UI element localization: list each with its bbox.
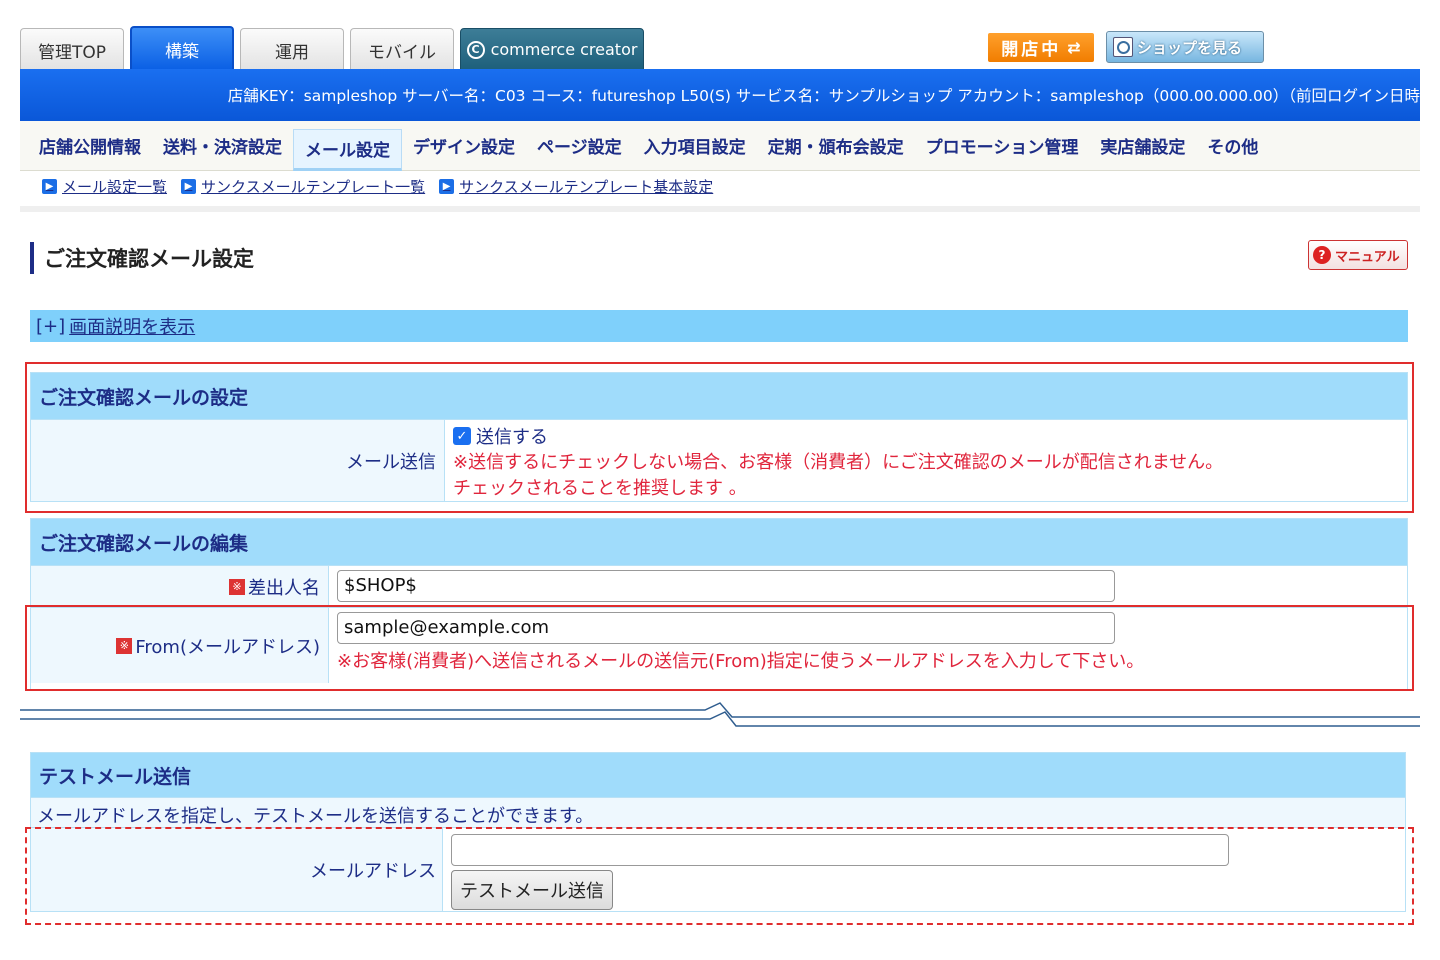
tab-build[interactable]: 構築	[130, 26, 234, 70]
expand-toggle[interactable]: [+]	[36, 316, 65, 337]
nav-other[interactable]: その他	[1196, 125, 1269, 167]
divider	[20, 206, 1420, 212]
required-mark: ※	[229, 578, 245, 595]
section-title: テストメール送信	[30, 752, 1406, 798]
sender-name-input[interactable]: $SHOP$	[337, 570, 1115, 602]
nav-promotion[interactable]: プロモーション管理	[915, 125, 1090, 167]
highlight-box	[25, 605, 1414, 691]
screen-description-bar: [+] 画面説明を表示	[30, 310, 1408, 342]
swap-icon: ⇄	[1067, 38, 1081, 57]
magnifier-icon	[1113, 37, 1133, 57]
view-shop-button[interactable]: ショップを見る	[1106, 31, 1264, 63]
tab-operation[interactable]: 運用	[240, 28, 344, 71]
manual-button[interactable]: ? マニュアル	[1308, 240, 1408, 270]
nav-shipping-payment[interactable]: 送料・決済設定	[152, 125, 293, 167]
nav-design[interactable]: デザイン設定	[402, 125, 526, 167]
sub-link-mail-list[interactable]: ▶ メール設定一覧	[42, 176, 167, 197]
account-info-text: 店舗KEY：sampleshop サーバー名：C03 コース：futuresho…	[227, 87, 1420, 105]
page-title: ご注文確認メール設定	[30, 242, 254, 274]
sub-link-label: メール設定一覧	[62, 178, 168, 196]
nav-store[interactable]: 実店舗設定	[1089, 125, 1196, 167]
arrow-right-icon: ▶	[439, 179, 455, 194]
sub-link-thanks-template-basic[interactable]: ▶ サンクスメールテンプレート基本設定	[439, 176, 713, 197]
sub-nav: ▶ メール設定一覧 ▶ サンクスメールテンプレート一覧 ▶ サンクスメールテンプレート…	[42, 176, 713, 197]
commerce-creator-label: commerce creator	[490, 40, 638, 59]
commerce-creator-logo-icon: C	[466, 40, 485, 59]
section-title: ご注文確認メールの編集	[31, 519, 1407, 565]
view-shop-label: ショップを見る	[1137, 38, 1243, 57]
nav-mail-settings[interactable]: メール設定	[293, 128, 402, 171]
arrow-right-icon: ▶	[181, 179, 197, 194]
nav-page[interactable]: ページ設定	[526, 125, 633, 167]
tab-admin-top[interactable]: 管理TOP	[20, 28, 124, 71]
manual-label: マニュアル	[1335, 249, 1400, 265]
shop-open-toggle[interactable]: 開店中 ⇄	[988, 33, 1094, 62]
sub-link-label: サンクスメールテンプレート基本設定	[459, 178, 714, 196]
sender-name-label: ※ 差出人名	[31, 566, 329, 607]
arrow-right-icon: ▶	[42, 179, 57, 194]
sender-name-row: ※ 差出人名 $SHOP$	[31, 565, 1407, 607]
account-info-bar: 店舗KEY：sampleshop サーバー名：C03 コース：futuresho…	[20, 69, 1420, 121]
page-break-icon	[20, 702, 1420, 727]
test-mail-description: メールアドレスを指定し、テストメールを送信することができます。	[30, 798, 1406, 828]
sender-name-value: $SHOP$	[329, 566, 1407, 607]
top-tabs: 管理TOP 構築 運用 モバイル C commerce creator	[20, 26, 644, 71]
highlight-box	[25, 827, 1414, 925]
main-nav: 店舗公開情報 送料・決済設定 メール設定 デザイン設定 ページ設定 入力項目設定…	[20, 121, 1420, 171]
question-icon: ?	[1313, 246, 1331, 264]
sub-link-thanks-template-list[interactable]: ▶ サンクスメールテンプレート一覧	[181, 176, 425, 197]
nav-input-fields[interactable]: 入力項目設定	[633, 125, 757, 167]
highlight-box	[25, 362, 1414, 513]
sub-link-label: サンクスメールテンプレート一覧	[201, 178, 426, 196]
nav-shop-info[interactable]: 店舗公開情報	[28, 125, 152, 167]
tab-mobile[interactable]: モバイル	[350, 28, 454, 71]
tab-commerce-creator[interactable]: C commerce creator	[460, 28, 644, 71]
shop-open-label: 開店中	[1001, 40, 1062, 60]
show-description-link[interactable]: 画面説明を表示	[69, 313, 195, 339]
nav-subscription[interactable]: 定期・頒布会設定	[757, 125, 915, 167]
sender-name-text: 差出人名	[248, 577, 320, 599]
